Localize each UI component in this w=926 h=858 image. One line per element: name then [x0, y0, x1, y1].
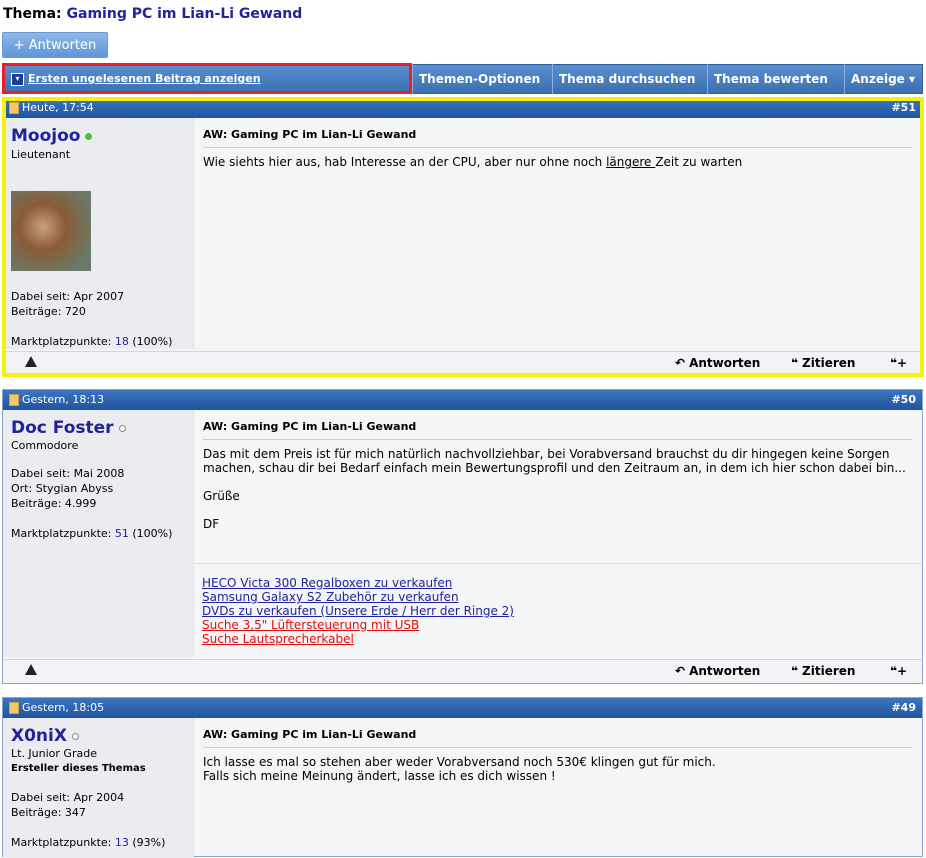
user-rank: Lt. Junior Grade — [11, 747, 97, 760]
user-rank: Commodore — [11, 439, 79, 452]
quote-icon: ❝ — [791, 356, 799, 370]
post-greeting: Grüße — [203, 489, 240, 503]
post-date: Gestern, 18:13 — [22, 393, 105, 406]
market-points-value[interactable]: 13 — [115, 836, 129, 849]
quote-icon: ❝ — [791, 664, 799, 678]
menu-search-thread[interactable]: Thema durchsuchen ▾ — [552, 64, 707, 116]
user-posts: Beiträge: 720 — [11, 305, 86, 318]
post-text: Das mit dem Preis ist für mich natürlich… — [203, 447, 906, 475]
market-points: Marktplatzpunkte: 51 (100%) — [11, 527, 173, 540]
reply-button[interactable]: + Antworten — [2, 32, 108, 58]
post-date: Gestern, 18:05 — [22, 701, 105, 714]
post-header: Heute, 17:54 #51 — [3, 98, 922, 118]
user-info: X0niX Lt. Junior Grade Ersteller dieses … — [3, 718, 194, 858]
market-points-value[interactable]: 18 — [115, 335, 129, 348]
post-51: Heute, 17:54 #51 Moojoo Lieutenant Dabei… — [2, 97, 923, 376]
multiquote-icon: ❝+ — [890, 664, 908, 678]
online-status-icon — [85, 132, 93, 140]
post-header: Gestern, 18:13 #50 — [3, 390, 922, 410]
username[interactable]: Moojoo — [11, 126, 93, 146]
username[interactable]: Doc Foster — [11, 418, 126, 438]
post-body: AW: Gaming PC im Lian-Li Gewand Ich lass… — [203, 728, 912, 783]
thread-prefix: Thema: — [3, 6, 62, 22]
user-joined: Dabei seit: Mai 2008 — [11, 467, 125, 480]
quote-button[interactable]: ❝ Zitieren — [791, 664, 855, 678]
post-header: Gestern, 18:05 #49 — [3, 698, 922, 718]
user-info: Doc Foster Commodore Dabei seit: Mai 200… — [3, 410, 194, 657]
post-number[interactable]: #49 — [891, 698, 916, 718]
first-unread-link[interactable]: ▾ Ersten ungelesenen Beitrag anzeigen — [2, 63, 412, 94]
post-title: AW: Gaming PC im Lian-Li Gewand — [203, 728, 912, 748]
reply-arrow-icon: ↶ — [675, 356, 686, 370]
post-number[interactable]: #50 — [891, 390, 916, 410]
post-49: Gestern, 18:05 #49 X0niX Lt. Junior Grad… — [2, 697, 923, 858]
reply-arrow-icon: ↶ — [675, 664, 686, 678]
thread-title-link[interactable]: Gaming PC im Lian-Li Gewand — [67, 6, 303, 22]
post-body: AW: Gaming PC im Lian-Li Gewand Wie sieh… — [203, 128, 912, 169]
post-number[interactable]: #51 — [891, 98, 916, 118]
market-points: Marktplatzpunkte: 18 (100%) — [11, 335, 173, 348]
avatar[interactable] — [11, 191, 91, 271]
sig-link[interactable]: Samsung Galaxy S2 Zubehör zu verkaufen — [202, 590, 922, 604]
post-icon — [9, 702, 19, 714]
menu-display[interactable]: Anzeige ▾ — [844, 64, 923, 94]
user-posts: Beiträge: 4.999 — [11, 497, 97, 510]
username[interactable]: X0niX — [11, 726, 79, 746]
signature: HECO Victa 300 Regalboxen zu verkaufen S… — [193, 563, 922, 646]
offline-status-icon — [71, 732, 79, 740]
menu-rate-thread[interactable]: Thema bewerten ▾ — [707, 64, 844, 116]
user-info: Moojoo Lieutenant Dabei seit: Apr 2007 B… — [3, 118, 194, 349]
multiquote-button[interactable]: ❝+ — [890, 356, 911, 370]
post-title: AW: Gaming PC im Lian-Li Gewand — [203, 420, 912, 440]
user-joined: Dabei seit: Apr 2007 — [11, 290, 125, 303]
arrow-down-icon: ▾ — [11, 72, 24, 86]
market-points-value[interactable]: 51 — [115, 527, 129, 540]
user-rank: Lieutenant — [11, 148, 71, 161]
post-footer: ↶ Antworten ❝ Zitieren ❝+ — [3, 659, 922, 682]
post-footer: ↶ Antworten ❝ Zitieren ❝+ — [3, 351, 922, 374]
sig-link[interactable]: DVDs zu verkaufen (Unsere Erde / Herr de… — [202, 604, 922, 618]
offline-status-icon — [118, 424, 126, 432]
post-icon — [9, 394, 19, 406]
post-date: Heute, 17:54 — [22, 101, 94, 114]
thread-starter-badge: Ersteller dieses Themas — [11, 763, 146, 774]
first-unread-label: Ersten ungelesenen Beitrag anzeigen — [28, 72, 261, 85]
sig-link[interactable]: Suche Lautsprecherkabel — [202, 632, 922, 646]
multiquote-icon: ❝+ — [890, 356, 908, 370]
post-icon — [9, 102, 19, 114]
market-points: Marktplatzpunkte: 13 (93%) — [11, 836, 166, 849]
post-title: AW: Gaming PC im Lian-Li Gewand — [203, 128, 912, 148]
menu-thread-options[interactable]: Themen-Optionen ▾ — [412, 64, 552, 116]
post-50: Gestern, 18:13 #50 Doc Foster Commodore … — [2, 389, 923, 684]
user-posts: Beiträge: 347 — [11, 806, 86, 819]
sig-link[interactable]: Suche 3,5" Lüftersteuerung mit USB — [202, 618, 922, 632]
thread-title: Thema: Gaming PC im Lian-Li Gewand — [3, 6, 302, 22]
reply-post-button[interactable]: ↶ Antworten — [675, 356, 760, 370]
multiquote-button[interactable]: ❝+ — [890, 664, 911, 678]
report-warning-icon[interactable] — [25, 356, 37, 367]
user-joined: Dabei seit: Apr 2004 — [11, 791, 125, 804]
post-text-2: Falls sich meine Meinung ändert, lasse i… — [203, 769, 556, 783]
user-location: Ort: Stygian Abyss — [11, 482, 114, 495]
reply-post-button[interactable]: ↶ Antworten — [675, 664, 760, 678]
post-signoff: DF — [203, 517, 220, 531]
quote-button[interactable]: ❝ Zitieren — [791, 356, 855, 370]
report-warning-icon[interactable] — [25, 664, 37, 675]
post-body: AW: Gaming PC im Lian-Li Gewand Das mit … — [203, 420, 912, 531]
sig-link[interactable]: HECO Victa 300 Regalboxen zu verkaufen — [202, 576, 922, 590]
post-text: Wie siehts hier aus, hab Interesse an de… — [203, 155, 743, 169]
post-text: Ich lasse es mal so stehen aber weder Vo… — [203, 755, 716, 769]
